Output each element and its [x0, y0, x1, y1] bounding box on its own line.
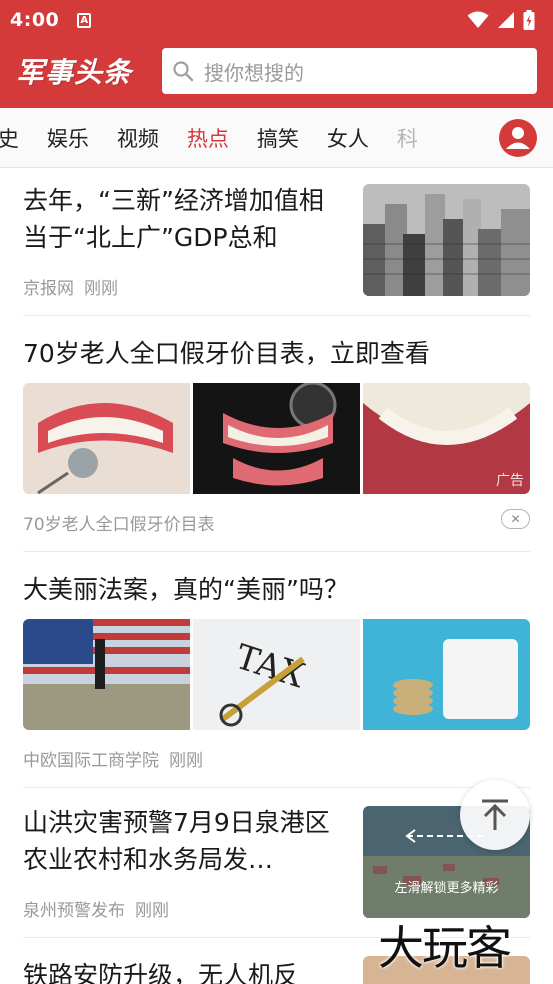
- feed-item-ad[interactable]: 70岁老人全口假牙价目表，立即查看 广告 70岁老人全口假牙价目表 ✕: [23, 316, 530, 552]
- feed-item-title: 去年，“三新”经济增加值相当于“北上广”GDP总和: [23, 186, 324, 252]
- notification-icon: A: [77, 12, 92, 28]
- feed-item-meta: 70岁老人全口假牙价目表: [23, 510, 215, 535]
- battery-icon: [523, 10, 535, 30]
- status-time: 4:00: [10, 9, 60, 31]
- city-skyline-thumbnail: [363, 184, 530, 296]
- tab-entertainment[interactable]: 娱乐: [47, 123, 89, 153]
- search-placeholder: 搜你想搜的: [204, 60, 304, 85]
- signal-icon: [498, 12, 514, 28]
- image-strip: 广告: [23, 383, 530, 494]
- feed-item-title: 大美丽法案，真的“美丽”吗？: [23, 575, 349, 604]
- close-icon: ✕: [510, 512, 521, 526]
- user-avatar[interactable]: [499, 119, 537, 157]
- feed-item-title: 铁路安防升级，无人机反: [23, 961, 299, 984]
- feed-item[interactable]: 去年，“三新”经济增加值相当于“北上广”GDP总和 京报网 刚刚: [23, 168, 530, 316]
- feed-item-title: 70岁老人全口假牙价目表，立即查看: [23, 339, 430, 368]
- tab-list: i史 娱乐 视频 热点 搞笑 女人 科: [0, 123, 490, 153]
- ad-label: 广告: [496, 473, 524, 489]
- search-icon: [173, 61, 194, 82]
- feed-item-time: 刚刚: [169, 751, 203, 771]
- feed-item-source: 中欧国际工商学院: [23, 751, 159, 771]
- dismiss-ad-button[interactable]: ✕: [501, 509, 530, 529]
- status-bar: 4:00 A: [0, 0, 553, 40]
- dentures-image-1: [23, 383, 190, 494]
- user-icon: [506, 127, 530, 149]
- news-feed: 去年，“三新”经济增加值相当于“北上广”GDP总和 京报网 刚刚 70岁老人全口…: [0, 168, 553, 984]
- coins-image: [363, 619, 530, 730]
- tab-funny[interactable]: 搞笑: [257, 123, 299, 153]
- feed-item-title: 山洪灾害预警7月9日泉港区农业农村和水务局发…: [23, 808, 330, 874]
- swipe-hint: 左滑解锁更多精彩: [394, 881, 499, 896]
- app-screen: 4:00 A 军事头条 搜你想搜的 i史 娱乐 视频 热点 搞笑 女人 科: [0, 0, 553, 984]
- back-to-top-button[interactable]: [460, 780, 530, 850]
- feed-item-time: 刚刚: [135, 901, 169, 921]
- feed-item[interactable]: 大美丽法案，真的“美丽”吗？ TAX 中欧国际工商学院 刚刚: [23, 552, 530, 788]
- tab-video[interactable]: 视频: [117, 123, 159, 153]
- flag-image: [23, 619, 190, 730]
- feed-item-source: 泉州预警发布: [23, 901, 125, 921]
- status-icons: [467, 10, 535, 30]
- tab-women[interactable]: 女人: [327, 123, 369, 153]
- search-row: 军事头条 搜你想搜的: [0, 40, 553, 108]
- watermark: 大玩客: [378, 921, 512, 975]
- dentures-image-3: 广告: [363, 383, 530, 494]
- dentures-image-2: [193, 383, 360, 494]
- tab-history[interactable]: i史: [0, 123, 19, 153]
- feed-item-meta: 中欧国际工商学院 刚刚: [23, 746, 203, 771]
- wifi-icon: [467, 11, 489, 28]
- feed-item-meta: 京报网 刚刚: [23, 274, 118, 299]
- tab-science[interactable]: 科: [397, 123, 418, 153]
- feed-item-time: 刚刚: [84, 279, 118, 299]
- image-strip: TAX: [23, 619, 530, 730]
- top-header: 4:00 A 军事头条 搜你想搜的: [0, 0, 553, 108]
- category-tabs: i史 娱乐 视频 热点 搞笑 女人 科: [0, 108, 553, 168]
- search-input[interactable]: 搜你想搜的: [162, 48, 537, 94]
- tab-hot[interactable]: 热点: [187, 123, 229, 153]
- tax-image: TAX: [193, 619, 360, 730]
- feed-item-meta: 泉州预警发布 刚刚: [23, 896, 169, 921]
- arrow-up-icon: [482, 799, 508, 830]
- feed-item-subtitle: 70岁老人全口假牙价目表: [23, 515, 215, 535]
- app-logo[interactable]: 军事头条: [16, 51, 146, 91]
- feed-item-source: 京报网: [23, 279, 74, 299]
